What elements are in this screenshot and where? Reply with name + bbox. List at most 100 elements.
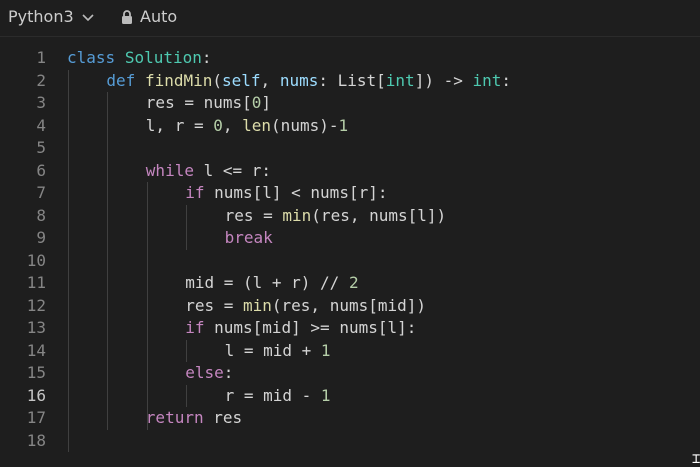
indent-guide — [107, 92, 109, 430]
code-line[interactable]: 1 class Solution: — [0, 47, 700, 70]
line-number: 9 — [36, 228, 46, 247]
code-text: l = mid + 1 — [225, 340, 331, 363]
code-token: findMin — [144, 70, 213, 90]
code-token: , — [222, 115, 243, 135]
indent-guide — [146, 182, 148, 430]
line-number: 14 — [26, 340, 46, 360]
code-line[interactable]: 7 if nums[l] < nums[r]: — [0, 182, 700, 205]
code-line[interactable]: 3 res = nums[0] — [0, 92, 700, 115]
code-text: res = min(res, nums[mid]) — [185, 295, 426, 318]
line-number: 7 — [36, 183, 46, 202]
code-line[interactable]: 8 res = min(res, nums[l]) — [0, 205, 700, 228]
language-selector[interactable]: Python3 — [8, 7, 96, 26]
code-line[interactable]: 12 res = min(res, nums[mid]) — [0, 295, 700, 318]
code-line[interactable]: 13 if nums[mid] >= nums[l]: — [0, 317, 700, 340]
line-number: 2 — [36, 70, 46, 90]
indent-guide — [186, 339, 188, 362]
code-token: def — [106, 70, 136, 90]
code-token: l <= r: — [193, 160, 272, 180]
line-number: 1 — [36, 48, 46, 67]
code-editor[interactable]: 1 class Solution: 2 def findMin(self, nums:… — [0, 47, 700, 465]
mode-label: Auto — [140, 7, 178, 26]
line-number: 10 — [26, 250, 46, 270]
code-line[interactable]: 4 l, r = 0, len(nums)-1 — [0, 115, 700, 138]
code-text: r = mid - 1 — [225, 385, 331, 408]
code-line[interactable]: 10 — [0, 250, 700, 273]
code-token: ( — [212, 70, 223, 90]
code-text: mid = (l + r) // 2 — [185, 272, 358, 295]
line-number: 16 — [26, 385, 46, 405]
code-line[interactable]: 14 l = mid + 1 — [0, 340, 700, 363]
code-token: 0 — [213, 115, 223, 135]
line-number: 18 — [26, 430, 46, 450]
code-token: 1 — [320, 385, 331, 405]
code-text: def findMin(self, nums: List[int]) -> in… — [106, 70, 511, 93]
code-token: Solution — [124, 48, 202, 67]
code-token: r = mid - — [224, 385, 321, 405]
code-token: ] — [261, 93, 272, 112]
code-token: nums[mid] >= nums[l]: — [204, 318, 417, 337]
code-token: : — [201, 48, 212, 67]
code-line[interactable]: 15 else: — [0, 362, 700, 385]
indent-guide — [68, 69, 69, 452]
code-token: class — [67, 48, 116, 67]
code-token: l = mid + — [224, 340, 321, 360]
code-token: 0 — [251, 93, 262, 112]
editor-toolbar: Python3 Auto — [0, 0, 700, 37]
line-number: 15 — [26, 363, 46, 382]
code-token: : — [318, 70, 338, 90]
line-number: 11 — [26, 273, 46, 292]
code-token: else — [185, 363, 224, 382]
code-token: (res, nums[mid]) — [271, 295, 427, 315]
line-number: 12 — [26, 295, 46, 315]
code-text: res = nums[0] — [146, 92, 271, 115]
lock-icon — [122, 9, 132, 24]
code-text: if nums[l] < nums[r]: — [185, 182, 387, 205]
code-token: (res, nums[l]) — [311, 205, 447, 225]
code-text: res = min(res, nums[l]) — [225, 205, 447, 228]
code-line[interactable]: 16 r = mid - 1 — [0, 385, 700, 408]
code-token: if — [185, 183, 205, 202]
code-line[interactable]: 6 while l <= r: — [0, 160, 700, 183]
code-text: return res — [146, 407, 242, 430]
code-line[interactable]: 9 break — [0, 227, 700, 250]
code-token: min — [242, 295, 272, 315]
code-line[interactable]: 2 def findMin(self, nums: List[int]) -> i… — [0, 70, 700, 93]
chevron-down-icon — [82, 13, 94, 21]
code-line[interactable]: 18 — [0, 430, 700, 453]
code-text: class Solution: — [67, 47, 212, 70]
code-line[interactable]: 11 mid = (l + r) // 2 — [0, 272, 700, 295]
code-line[interactable]: 17 return res — [0, 407, 700, 430]
line-number: 6 — [36, 160, 46, 180]
code-token: mid = (l + r) // — [185, 273, 349, 292]
code-text: else: — [185, 362, 233, 385]
code-line[interactable]: 5 — [0, 137, 700, 160]
indent-guide — [186, 384, 188, 407]
code-token: : — [223, 363, 234, 382]
code-token: int — [472, 70, 502, 90]
code-token: (nums)- — [271, 115, 339, 135]
auto-mode-indicator[interactable]: Auto — [120, 7, 177, 26]
code-token: 2 — [348, 273, 359, 292]
code-token: if — [185, 318, 205, 337]
code-text: l, r = 0, len(nums)-1 — [146, 115, 348, 138]
indent-guide — [186, 204, 188, 250]
line-number: 8 — [36, 205, 46, 225]
line-number: 4 — [36, 115, 46, 135]
line-number: 5 — [36, 138, 46, 157]
code-token: , — [260, 70, 280, 90]
code-token: while — [145, 160, 194, 180]
code-token: List[ — [337, 70, 386, 90]
code-text: while l <= r: — [146, 160, 271, 183]
code-token: res = nums[ — [145, 93, 252, 112]
code-token: 1 — [320, 340, 331, 360]
code-token: self — [222, 70, 261, 90]
code-token: nums — [279, 70, 319, 90]
code-token: min — [282, 205, 312, 225]
code-token: break — [224, 228, 273, 247]
code-token: res = — [185, 295, 243, 315]
code-text: if nums[mid] >= nums[l]: — [185, 317, 416, 340]
line-number: 17 — [26, 408, 46, 427]
